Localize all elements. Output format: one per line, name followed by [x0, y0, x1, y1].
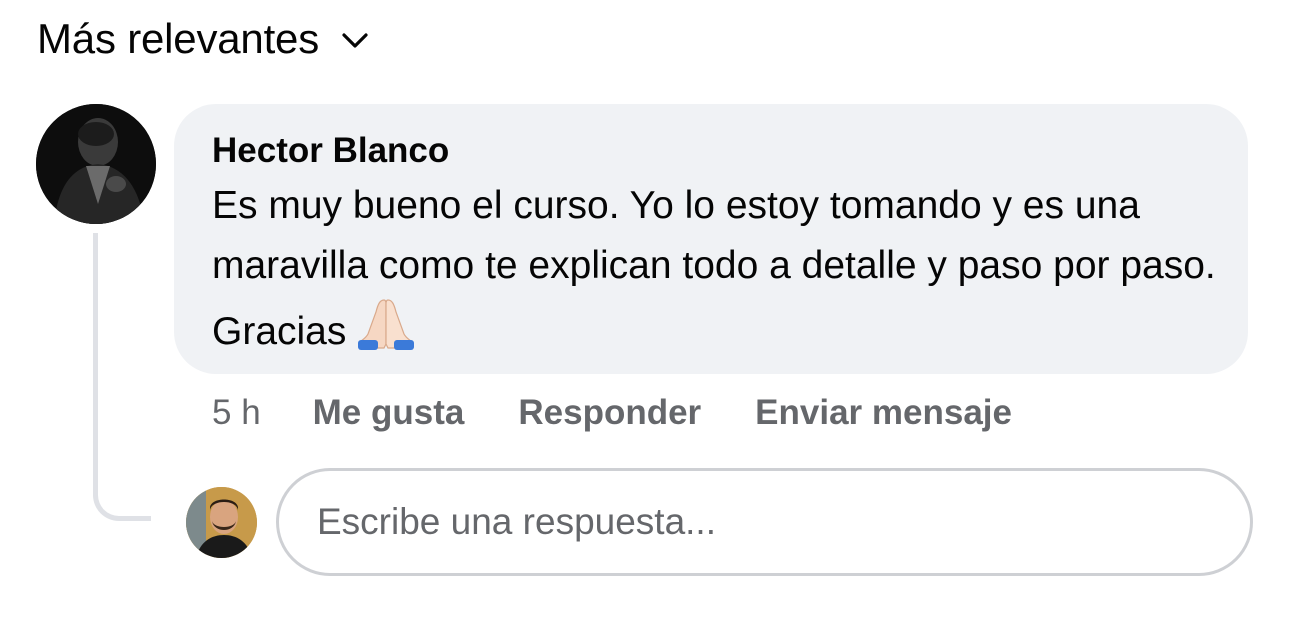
- comment-body: Es muy bueno el curso. Yo lo estoy toman…: [212, 176, 1222, 368]
- reply-input[interactable]: [315, 500, 1219, 544]
- reply-input-container[interactable]: [276, 468, 1253, 576]
- sort-label: Más relevantes: [37, 15, 319, 62]
- comment-bubble: Hector Blanco Es muy bueno el curso. Yo …: [174, 104, 1248, 374]
- commenter-avatar[interactable]: [36, 104, 156, 224]
- reply-button[interactable]: Responder: [518, 388, 701, 438]
- comment-timestamp[interactable]: 5 h: [212, 388, 261, 438]
- chevron-down-icon: [341, 27, 369, 55]
- comment-actions: 5 h Me gusta Responder Enviar mensaje: [212, 388, 1066, 438]
- thread-connector-line: [93, 233, 151, 521]
- like-button[interactable]: Me gusta: [313, 388, 465, 438]
- comment-author[interactable]: Hector Blanco: [212, 130, 449, 172]
- send-message-button[interactable]: Enviar mensaje: [755, 388, 1012, 438]
- folded-hands-icon: [356, 296, 416, 368]
- sort-dropdown[interactable]: Más relevantes: [37, 14, 369, 64]
- current-user-avatar: [186, 487, 257, 558]
